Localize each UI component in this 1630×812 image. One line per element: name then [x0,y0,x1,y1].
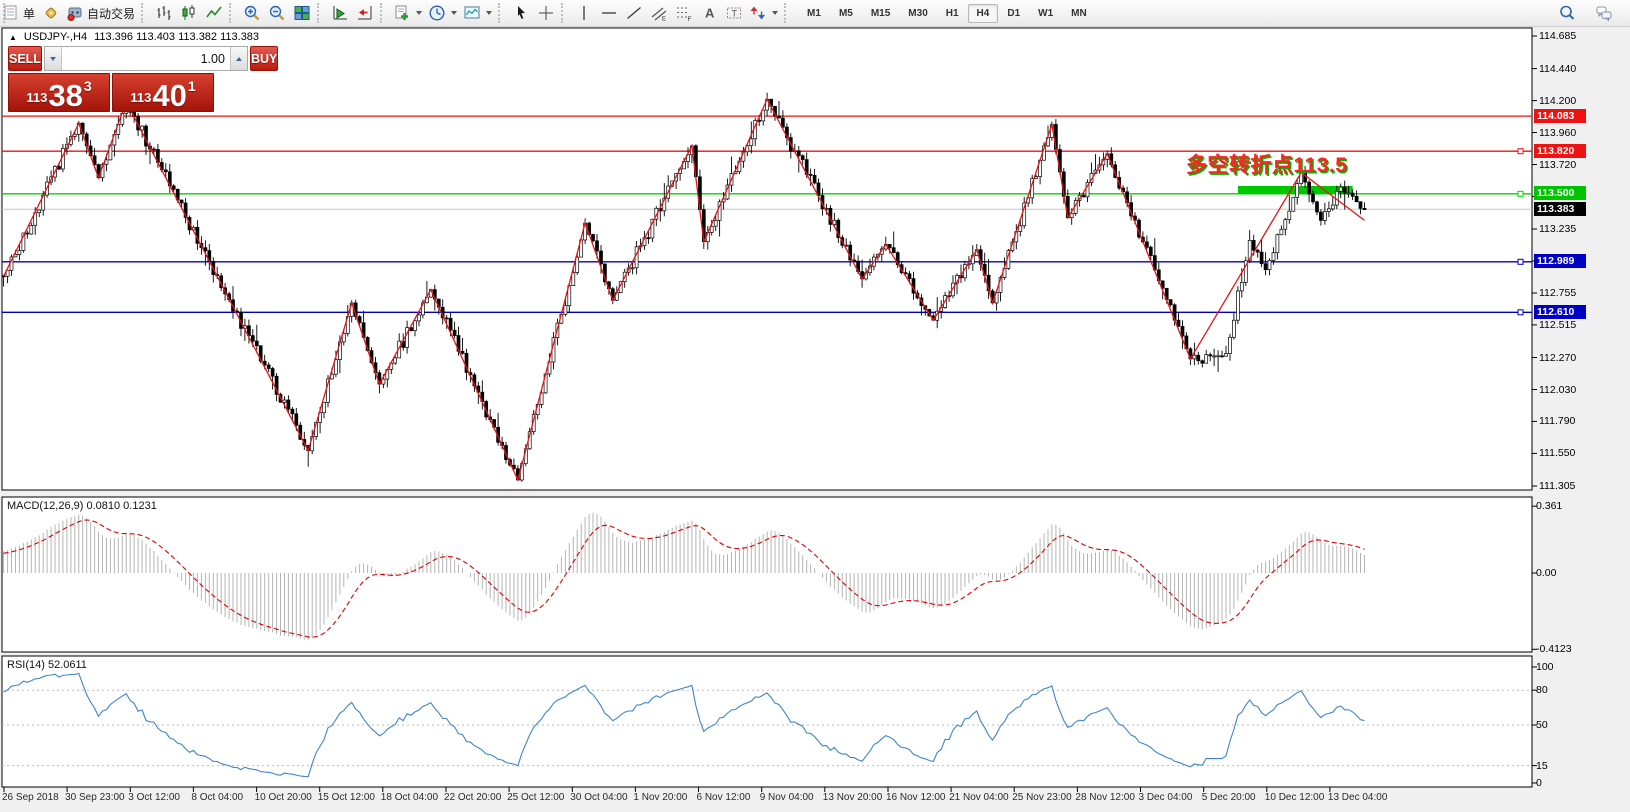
date-axis-label: 21 Nov 04:00 [949,792,1009,803]
rsi-axis-label: 100 [1536,661,1554,673]
sell-price-button[interactable]: 113 38 3 [8,73,110,112]
volume-input[interactable] [62,47,230,70]
price-tick-label: 112.270 [1539,352,1576,364]
price-tick-label: 112.755 [1539,287,1576,299]
price-tick-label: 112.030 [1539,384,1576,396]
price-tick-label: 112.515 [1539,319,1576,331]
rsi-axis-label: 0 [1536,777,1542,789]
price-tick-label: 111.305 [1539,480,1575,492]
sell-price-sup: 3 [84,79,92,93]
date-axis-label: 8 Oct 04:00 [191,792,243,803]
chart-annotation-text[interactable]: 多空转折点113.5 [1186,149,1347,179]
volume-spinner [44,46,248,71]
sell-button[interactable]: SELL [8,46,42,71]
rsi-axis-label: 80 [1536,684,1548,696]
one-click-trading-panel: SELL BUY 113 38 3 113 40 1 [8,46,214,112]
macd-indicator-label: MACD(12,26,9) 0.0810 0.1231 [7,500,157,512]
buy-price-prefix: 113 [130,91,151,104]
date-axis-label: 30 Oct 04:00 [570,792,627,803]
price-tick-label: 114.200 [1539,95,1576,107]
date-axis-label: 15 Oct 12:00 [318,792,375,803]
volume-increase-button[interactable] [230,47,247,70]
date-axis-label: 22 Oct 20:00 [444,792,501,803]
macd-axis-label: 0.00 [1536,567,1556,579]
price-line-label-current[interactable]: 113.383 [1534,202,1586,216]
date-axis-label: 16 Nov 12:00 [886,792,946,803]
date-axis-label: 10 Dec 12:00 [1265,792,1325,803]
ohlc-values: 113.396 113.403 113.382 113.383 [94,31,259,43]
price-tick-label: 113.720 [1539,159,1576,171]
price-tick-label: 111.550 [1539,447,1575,459]
date-axis-label: 30 Sep 23:00 [65,792,125,803]
date-axis-label: 6 Nov 12:00 [697,792,751,803]
macd-axis-label: -0.4123 [1536,643,1572,655]
date-axis-label: 28 Nov 12:00 [1075,792,1135,803]
price-tick-label: 114.440 [1539,63,1576,75]
date-axis-label: 25 Nov 23:00 [1012,792,1072,803]
buy-price-big: 40 [152,83,186,108]
price-tick-label: 113.960 [1539,127,1576,139]
date-axis-label: 26 Sep 2018 [2,792,59,803]
price-tick-label: 114.685 [1539,30,1576,42]
buy-button[interactable]: BUY [250,46,278,71]
price-line-label[interactable]: 113.500 [1534,186,1586,200]
chart-title: ▲ USDJPY-,H4 113.396 113.403 113.382 113… [9,31,259,43]
price-line-label[interactable]: 113.820 [1534,144,1586,158]
mt4-window: 单自动交易EFATM1M5M15M30H1H4D1W1MN ▲ USDJPY-,… [0,0,1630,812]
date-axis-label: 13 Nov 20:00 [823,792,883,803]
date-axis-label: 18 Oct 04:00 [381,792,438,803]
triangle-up-icon [236,57,242,61]
date-axis-label: 5 Dec 20:00 [1202,792,1256,803]
price-tick-label: 111.790 [1539,415,1575,427]
buy-price-sup: 1 [188,79,196,93]
price-tick-label: 113.235 [1539,223,1576,235]
date-axis-label: 10 Oct 20:00 [255,792,312,803]
buy-price-button[interactable]: 113 40 1 [112,73,214,112]
date-axis-label: 9 Nov 04:00 [760,792,814,803]
rsi-indicator-label: RSI(14) 52.0611 [7,659,87,671]
date-axis-label: 25 Oct 12:00 [507,792,564,803]
macd-axis-label: 0.361 [1536,500,1562,512]
price-line-label[interactable]: 112.989 [1534,254,1586,268]
date-axis-label: 3 Oct 12:00 [128,792,180,803]
triangle-down-icon [50,57,56,61]
rsi-axis-label: 15 [1536,760,1548,772]
symbol-collapse-icon[interactable]: ▲ [9,33,17,42]
date-axis-label: 3 Dec 04:00 [1139,792,1193,803]
sell-price-big: 38 [48,83,82,108]
symbol-timeframe-label: USDJPY-,H4 [24,31,87,43]
price-line-label[interactable]: 114.083 [1534,109,1586,123]
chart-canvas[interactable] [0,0,1630,812]
volume-decrease-button[interactable] [45,47,62,70]
rsi-axis-label: 50 [1536,719,1548,731]
date-axis-label: 13 Dec 04:00 [1328,792,1388,803]
date-axis-label: 1 Nov 20:00 [633,792,687,803]
sell-price-prefix: 113 [26,91,47,104]
price-line-label[interactable]: 112.610 [1534,305,1586,319]
